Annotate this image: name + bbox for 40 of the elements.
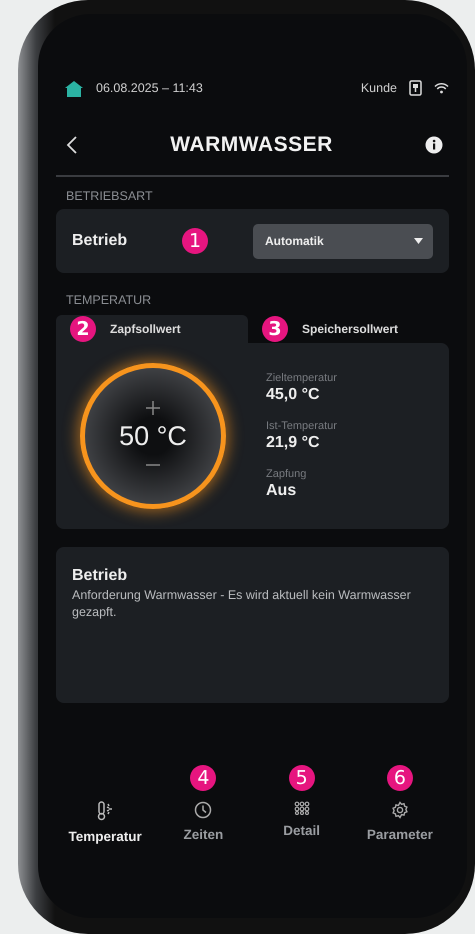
page-title: WARMWASSER [170,133,333,157]
plus-icon[interactable] [146,400,160,414]
callout-number: 2 [70,316,96,342]
setpoint-tab[interactable]: 2 Zapfsollwert [56,315,248,343]
nav-tab[interactable]: Detail [283,801,320,838]
clock-icon [194,801,212,819]
reading-label: Zapfung [266,468,308,480]
mode-label: Betrieb [72,232,128,250]
reading-value: 21,9 °C [266,434,321,452]
nav-tab[interactable]: Parameter [366,801,433,842]
info-icon[interactable] [425,136,443,154]
mode-dropdown[interactable]: Automatik [253,224,433,258]
caret-icon [414,238,423,244]
section-label: BETRIEBSART [65,189,154,203]
callout-number: 5 [288,765,315,791]
grid-icon [294,801,310,815]
callout-number: 3 [262,316,288,342]
callout-number: 6 [386,765,413,791]
date-time: 06.08.2025 – 11:43 [96,81,203,95]
info-title: Betrieb [72,567,128,585]
reading-label: Ist-Temperatur [266,420,337,432]
info-text: Anforderung Warmwasser - Es wird aktuell kein Warmwasser gezapft. [72,587,412,621]
reading-value: 45,0 °C [266,386,321,404]
reading-value: Aus [266,482,298,500]
dial-value: 50 °C [119,420,187,452]
thermometer-icon [96,801,114,821]
callout-number: 4 [190,765,216,791]
back-icon[interactable] [66,135,78,155]
nav-tab[interactable]: Temperatur [68,801,142,844]
device-icon [409,80,422,96]
setpoint-tab[interactable]: 3 Speichersollwert [248,315,440,343]
home-icon[interactable] [64,80,84,96]
nav-tab[interactable]: Zeiten [183,801,224,842]
callout-number: 1 [182,228,208,254]
settings-icon [390,801,409,819]
section-label: TEMPERATUR [65,293,152,307]
wifi-icon [434,82,449,94]
user-role: Kunde [360,81,397,95]
reading-label: Zieltemperatur [266,372,337,384]
temperature-dial[interactable]: 50 °C [80,363,226,509]
